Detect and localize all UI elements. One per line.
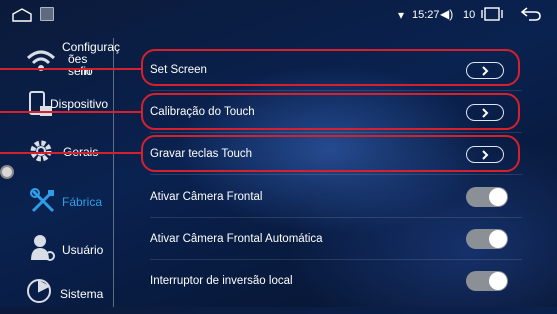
toggle-knob (489, 188, 507, 206)
callout-line (0, 152, 141, 154)
toggle-switch[interactable] (466, 187, 508, 207)
toggle-switch[interactable] (466, 271, 508, 291)
status-bar: ▾ 15:27 ◀) 10 (0, 0, 557, 30)
sidebar-item-user[interactable]: Usuário (0, 224, 113, 270)
list-item[interactable]: Interruptor de inversão local (140, 262, 522, 302)
volume-level: 10 (463, 9, 476, 21)
sidebar-item-label: Fábrica (62, 195, 103, 209)
wifi-icon: ▾ (398, 8, 405, 22)
sidebar-item-device[interactable]: Dispositivo (0, 84, 113, 130)
gear-icon (30, 140, 52, 162)
row-divider (150, 174, 522, 175)
sidebar-item-wireless[interactable]: Configuraç ões sem fio (0, 38, 120, 84)
recent-apps-icon[interactable] (481, 7, 503, 21)
back-icon[interactable] (520, 6, 542, 22)
toggle-knob (489, 230, 507, 248)
home-icon[interactable] (12, 8, 32, 22)
highlight-box (141, 135, 520, 172)
sidebar-item-label: Sistema (60, 287, 104, 301)
toggle-switch[interactable] (466, 229, 508, 249)
row-divider (150, 90, 522, 91)
setting-title: Ativar Câmera Frontal Automática (150, 233, 323, 245)
system-icon (27, 279, 51, 303)
row-divider (150, 217, 522, 218)
tools-icon (30, 188, 55, 213)
sidebar-divider (113, 38, 114, 307)
image-icon (40, 7, 54, 21)
row-divider (150, 132, 522, 133)
sidebar-item-label: fio (80, 64, 93, 78)
sidebar: Configuraç ões sem fio Dispositivo Gerai… (0, 30, 120, 307)
setting-title: Interruptor de inversão local (150, 275, 293, 287)
sidebar-item-factory[interactable]: Fábrica (0, 176, 113, 222)
status-time: 15:27 (412, 9, 440, 21)
callout-line (0, 111, 141, 113)
sidebar-item-label: Usuário (62, 243, 104, 257)
assistive-touch-dot[interactable] (0, 165, 14, 179)
user-settings-icon (31, 235, 55, 261)
toggle-knob (489, 272, 507, 290)
highlight-box (141, 93, 520, 130)
volume-icon[interactable]: ◀) (440, 7, 453, 21)
sidebar-item-system[interactable]: Sistema (0, 268, 113, 314)
list-item[interactable]: Ativar Câmera Frontal (140, 178, 522, 218)
list-item[interactable]: Ativar Câmera Frontal Automática (140, 220, 522, 260)
row-divider (150, 259, 522, 260)
sidebar-item-label: Dispositivo (50, 97, 109, 111)
callout-line (0, 68, 141, 70)
setting-title: Ativar Câmera Frontal (150, 191, 263, 203)
highlight-box (141, 49, 520, 86)
